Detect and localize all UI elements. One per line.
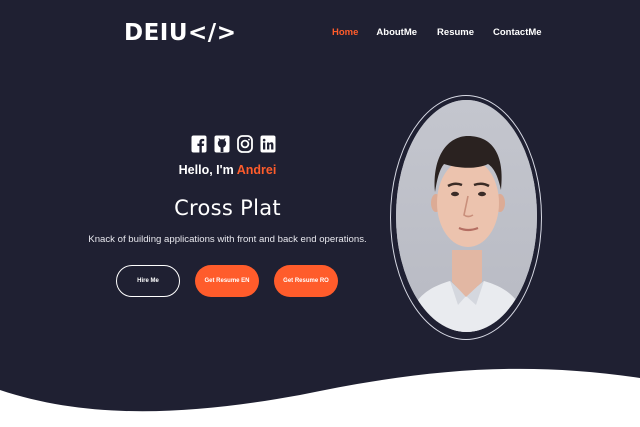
greeting-name: Andrei: [236, 163, 277, 177]
facebook-icon[interactable]: [190, 133, 207, 154]
linkedin-icon[interactable]: [259, 133, 276, 154]
greeting: Hello, I'm Andrei: [0, 163, 455, 177]
site-logo[interactable]: DEIU</>: [124, 20, 236, 46]
github-icon[interactable]: [213, 133, 230, 154]
tagline: Knack of building applications with fron…: [88, 234, 367, 245]
profile-photo: [396, 100, 537, 332]
get-resume-ro-button[interactable]: Get Resume RO: [274, 265, 338, 297]
get-resume-en-button[interactable]: Get Resume EN: [195, 265, 259, 297]
nav-home[interactable]: Home: [332, 27, 358, 38]
bottom-wave: [0, 368, 640, 427]
nav-resume[interactable]: Resume: [437, 27, 474, 38]
main-nav: Home AboutMe Resume ContactMe: [332, 27, 542, 38]
hire-me-button[interactable]: Hire Me: [116, 265, 180, 297]
role-title: Cross Plat: [174, 196, 281, 220]
greeting-prefix: Hello, I'm: [178, 163, 234, 177]
nav-contactme[interactable]: ContactMe: [493, 27, 542, 38]
nav-aboutme[interactable]: AboutMe: [376, 27, 417, 38]
instagram-icon[interactable]: [236, 133, 253, 154]
social-links: [190, 133, 276, 154]
